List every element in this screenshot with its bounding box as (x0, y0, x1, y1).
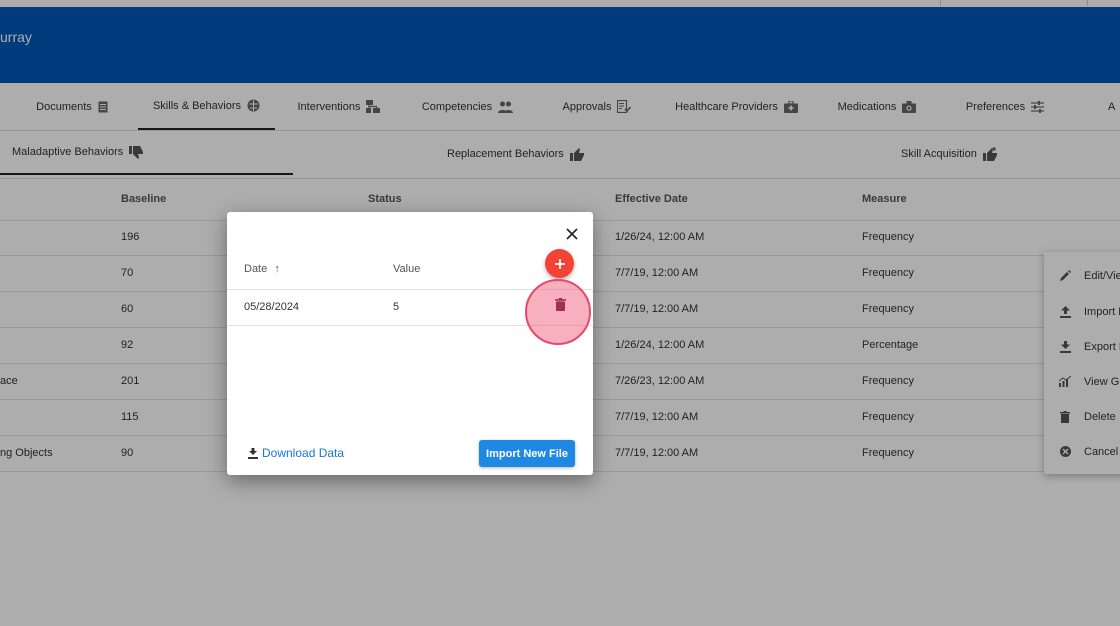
close-icon[interactable] (564, 226, 580, 242)
sort-ascending-icon: ↑ (274, 263, 280, 275)
data-points-dialog: Date ↑ Value 05/28/2024 5 Download Data … (227, 212, 593, 475)
import-new-file-button[interactable]: Import New File (479, 440, 575, 467)
column-date-label: Date (244, 263, 268, 275)
add-data-point-button[interactable] (545, 249, 574, 278)
delete-row-icon[interactable] (555, 298, 566, 316)
plus-icon (554, 258, 565, 269)
column-date[interactable]: Date ↑ (244, 263, 280, 275)
download-data-link[interactable]: Download Data (248, 446, 344, 460)
download-icon (248, 447, 258, 459)
cell-value: 5 (393, 301, 400, 313)
cell-date: 05/28/2024 (244, 301, 300, 313)
column-value[interactable]: Value (393, 263, 420, 275)
download-data-label: Download Data (262, 446, 345, 460)
